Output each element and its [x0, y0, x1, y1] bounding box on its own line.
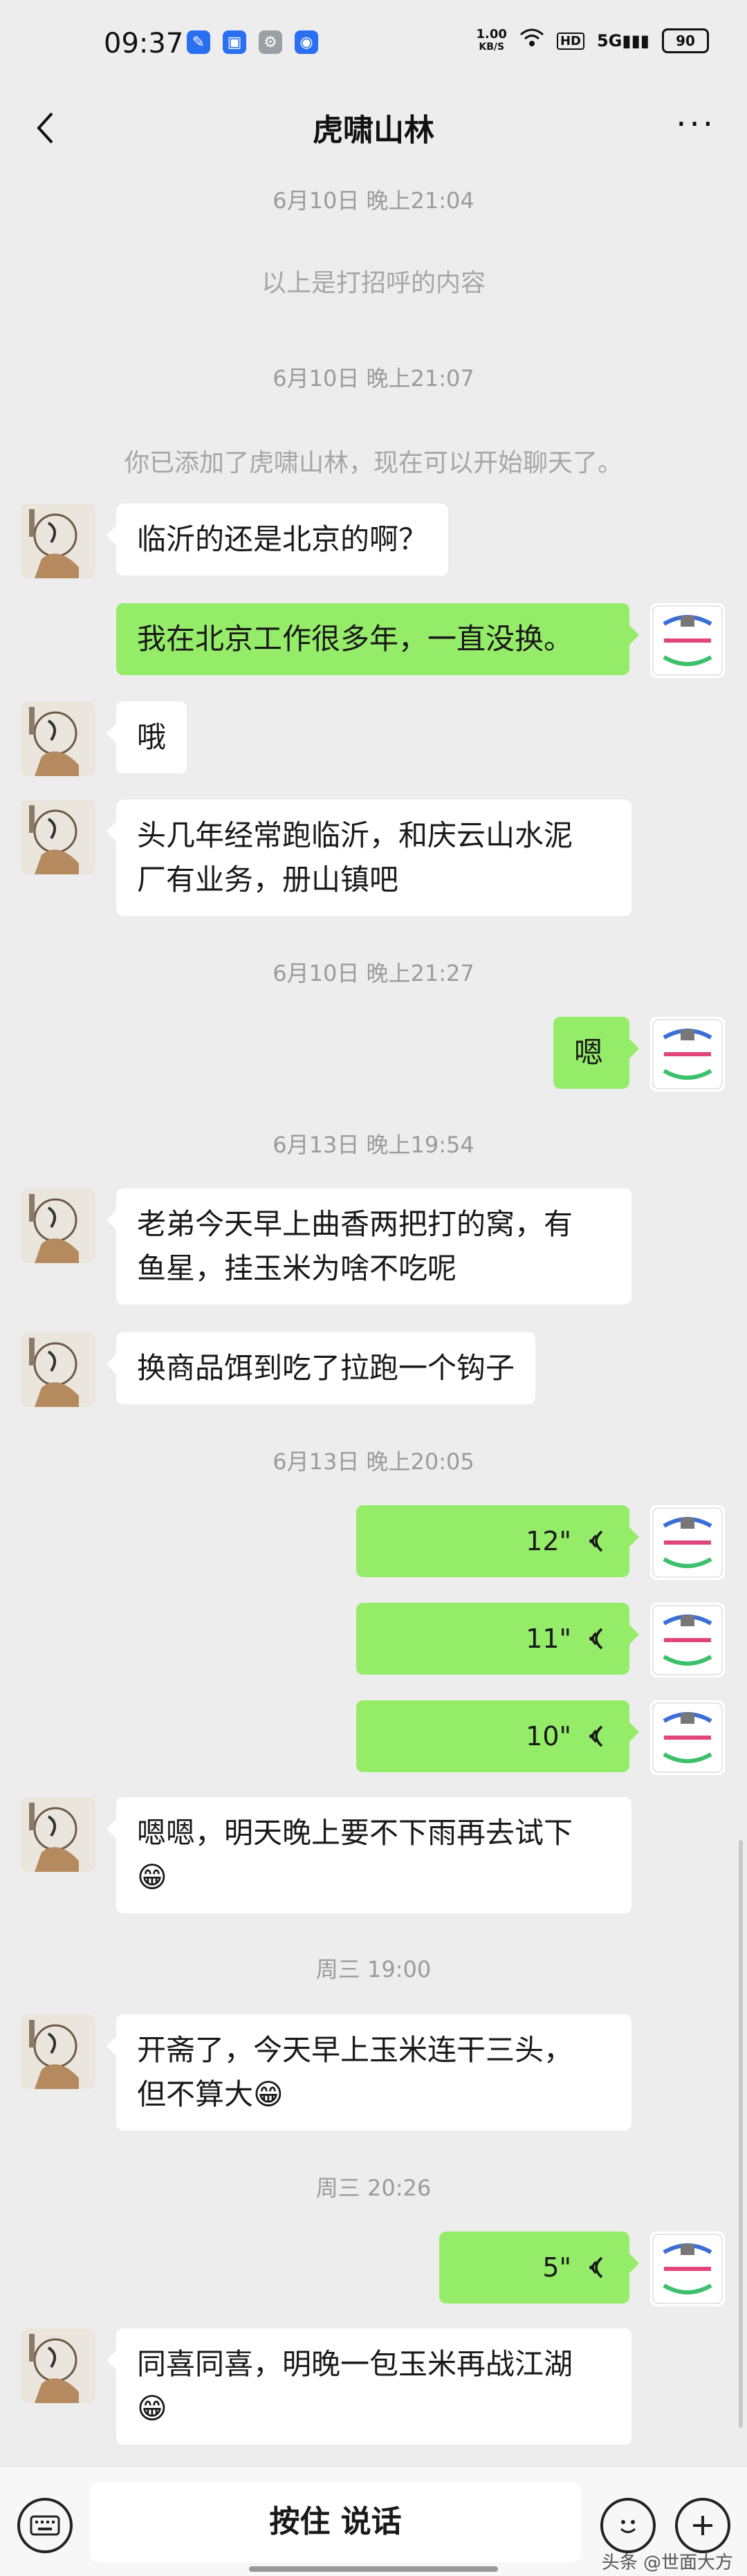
incoming-message[interactable]: 开斋了，今天早上玉米连干三头， 但不算大😁: [107, 2014, 631, 2131]
incoming-message[interactable]: 嗯嗯，明天晚上要不下雨再去试下 😁: [107, 1797, 631, 1913]
my-avatar[interactable]: [650, 2232, 725, 2306]
voice-message[interactable]: 5": [439, 2232, 639, 2303]
keyboard-toggle-button[interactable]: [17, 2498, 73, 2553]
chat-notification-icon: ▣: [223, 30, 246, 54]
status-time: 09:37: [104, 28, 184, 59]
incoming-message[interactable]: 哦: [106, 701, 187, 773]
incoming-message[interactable]: 临沂的还是北京的啊？: [106, 504, 449, 576]
contact-avatar[interactable]: [21, 701, 95, 776]
outgoing-message[interactable]: 我在北京工作很多年，一直没换。: [116, 603, 639, 675]
more-options-button[interactable]: ···: [676, 108, 716, 141]
home-indicator[interactable]: [249, 2566, 498, 2572]
wifi-icon: [519, 28, 544, 54]
contact-avatar[interactable]: [21, 1332, 95, 1407]
battery-icon: 90: [662, 28, 709, 53]
chat-title: 虎啸山林: [313, 113, 434, 148]
voice-message[interactable]: 11": [356, 1603, 639, 1675]
timestamp: 周三 20:26: [315, 2175, 432, 2201]
timestamp: 6月10日 晚上21:07: [273, 365, 474, 392]
outgoing-message[interactable]: 嗯: [553, 1017, 639, 1089]
incoming-message[interactable]: 头几年经常跑临沂，和庆云山水泥 厂有业务，册山镇吧: [107, 800, 631, 916]
timestamp: 6月10日 晚上21:27: [273, 960, 474, 986]
contact-avatar[interactable]: [21, 1797, 95, 1872]
timestamp: 6月10日 晚上21:04: [273, 187, 474, 214]
my-avatar[interactable]: [650, 1505, 725, 1580]
status-right: 1.00 KB/S HD 5G▮▮▮ 90: [477, 28, 709, 54]
voice-wave-icon: [589, 1725, 603, 1747]
system-message: 以上是打招呼的内容: [261, 269, 486, 297]
contact-avatar[interactable]: [21, 800, 95, 874]
contact-avatar[interactable]: [21, 2014, 95, 2089]
system-message: 你已添加了虎啸山林，现在可以开始聊天了。: [124, 449, 622, 477]
keyboard-icon: [30, 2515, 60, 2536]
my-avatar[interactable]: [650, 603, 725, 678]
timestamp: 6月13日 晚上20:05: [273, 1448, 474, 1475]
voice-wave-icon: [589, 1530, 603, 1552]
status-notification-icons: ✎ ▣ ⚙ ◉: [187, 30, 318, 54]
input-bar: 按住 说话 头条 @世面大方: [0, 2466, 747, 2576]
contact-avatar[interactable]: [21, 1188, 95, 1263]
browser-notification-icon: ◉: [295, 30, 318, 54]
message-list[interactable]: 6月10日 晚上21:04 以上是打招呼的内容 6月10日 晚上21:07 你已…: [0, 166, 747, 2466]
smile-icon: [620, 2520, 636, 2533]
hold-to-talk-button[interactable]: 按住 说话: [90, 2482, 581, 2562]
timestamp: 6月13日 晚上19:54: [273, 1132, 474, 1158]
voice-message[interactable]: 10": [356, 1700, 639, 1772]
incoming-message[interactable]: 换商品饵到吃了拉跑一个钩子: [106, 1332, 536, 1404]
settings-notification-icon: ⚙: [259, 30, 282, 54]
my-avatar[interactable]: [650, 1603, 725, 1677]
chat-header: 虎啸山林 ···: [0, 90, 747, 166]
voice-wave-icon: [589, 2256, 603, 2279]
scrollbar[interactable]: [739, 1840, 743, 2428]
more-functions-button[interactable]: [675, 2498, 730, 2553]
incoming-message[interactable]: 老弟今天早上曲香两把打的窝，有 鱼星，挂玉米为啥不吃呢: [107, 1188, 631, 1305]
my-avatar[interactable]: [650, 1017, 725, 1092]
incoming-message[interactable]: 同喜同喜，明晚一包玉米再战江湖 😁: [107, 2328, 631, 2445]
watermark: 头条 @世面大方: [601, 2552, 733, 2573]
emoji-button[interactable]: [600, 2498, 656, 2553]
hd-badge: HD: [556, 32, 584, 50]
voice-message[interactable]: 12": [356, 1505, 639, 1577]
contact-avatar[interactable]: [21, 2328, 95, 2403]
signal-icon: 5G▮▮▮: [596, 31, 649, 50]
net-speed: 1.00 KB/S: [476, 27, 507, 53]
status-bar: 09:37 ✎ ▣ ⚙ ◉ 1.00 KB/S HD 5G▮▮▮ 90: [0, 0, 747, 90]
voice-wave-icon: [589, 1628, 603, 1650]
timestamp: 周三 19:00: [315, 1956, 432, 1982]
plus-icon: [693, 2516, 712, 2535]
my-avatar[interactable]: [650, 1700, 725, 1775]
contact-avatar[interactable]: [21, 504, 95, 578]
app-notification-icon: ✎: [187, 30, 210, 54]
